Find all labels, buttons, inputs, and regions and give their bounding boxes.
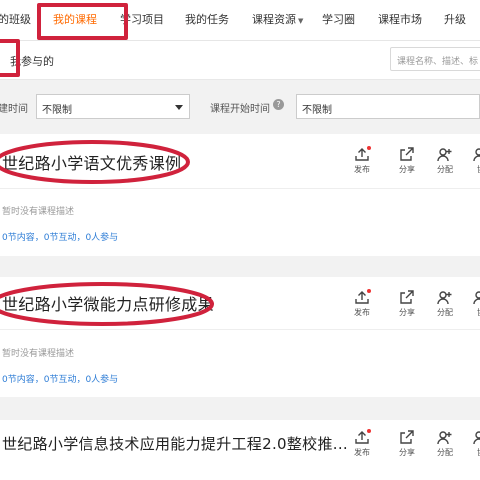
share-icon <box>400 147 414 161</box>
publish-label: 发布 <box>354 448 370 457</box>
add-user-icon <box>437 291 452 305</box>
tab-participated[interactable]: 我参与的 <box>10 53 54 69</box>
collaborate-label: 协 <box>466 164 480 175</box>
add-user-icon <box>437 148 452 162</box>
assign-button[interactable]: 分配 <box>430 430 460 458</box>
nav-item-my-tasks[interactable]: 我的任务 <box>185 11 229 27</box>
users-icon <box>473 431 480 445</box>
course-stats[interactable]: 0节内容，0节互动，0人参与 <box>2 230 118 243</box>
collaborate-label: 协 <box>466 307 480 318</box>
publish-button[interactable]: 发布 <box>347 430 377 458</box>
nav-item-my-courses[interactable]: 我的课程 <box>53 11 97 27</box>
nav-item-course-resources[interactable]: 课程资源 ▼ <box>252 11 303 27</box>
filter-created-time-label: 建时间 <box>0 104 28 115</box>
nav-item-learning-projects[interactable]: 学习项目 <box>120 11 164 27</box>
dropdown-arrow-icon <box>175 105 183 110</box>
search-input[interactable]: 课程名称、描述、标 <box>390 47 480 71</box>
share-icon <box>400 290 414 304</box>
assign-button[interactable]: 分配 <box>430 147 460 175</box>
collaborate-button[interactable]: 协 <box>466 290 480 318</box>
divider <box>0 329 480 330</box>
add-user-icon <box>437 431 452 445</box>
publish-button[interactable]: 发布 <box>347 147 377 175</box>
top-navigation: 的班级 我的课程 学习项目 我的任务 课程资源 ▼ 学习圈 课程市场 升级 <box>0 0 480 41</box>
filter-created-time-value: 不限制 <box>42 105 72 116</box>
share-label: 分享 <box>399 448 415 457</box>
filter-start-time-value: 不限制 <box>302 105 332 116</box>
divider <box>0 188 480 189</box>
nav-item-learning-circle[interactable]: 学习圈 <box>322 11 355 27</box>
assign-label: 分配 <box>437 308 453 317</box>
notification-dot <box>367 289 371 293</box>
publish-button[interactable]: 发布 <box>347 290 377 318</box>
share-label: 分享 <box>399 165 415 174</box>
filter-start-time-select[interactable]: 不限制 <box>296 94 480 119</box>
share-label: 分享 <box>399 308 415 317</box>
nav-item-upgrade[interactable]: 升级 <box>444 11 466 27</box>
course-stats[interactable]: 0节内容，0节互动，0人参与 <box>2 372 118 385</box>
share-icon <box>400 430 414 444</box>
share-button[interactable]: 分享 <box>392 147 422 175</box>
assign-label: 分配 <box>437 165 453 174</box>
nav-item-class[interactable]: 的班级 <box>0 11 31 27</box>
notification-dot <box>367 146 371 150</box>
collaborate-button[interactable]: 协 <box>466 147 480 175</box>
assign-button[interactable]: 分配 <box>430 290 460 318</box>
share-button[interactable]: 分享 <box>392 430 422 458</box>
filter-start-time-label: 课程开始时间 <box>210 104 270 115</box>
nav-item-course-market[interactable]: 课程市场 <box>378 11 422 27</box>
chevron-down-icon: ▼ <box>298 17 304 25</box>
publish-label: 发布 <box>354 165 370 174</box>
users-icon <box>473 291 480 305</box>
assign-label: 分配 <box>437 448 453 457</box>
notification-dot <box>367 429 371 433</box>
users-icon <box>473 148 480 162</box>
publish-label: 发布 <box>354 308 370 317</box>
course-description: 暂时没有课程描述 <box>2 207 75 217</box>
collaborate-label: 协 <box>466 447 480 458</box>
course-description: 暂时没有课程描述 <box>2 349 75 359</box>
collaborate-button[interactable]: 协 <box>466 430 480 458</box>
course-title[interactable]: 世纪路小学微能力点研修成果 <box>2 291 214 315</box>
help-icon[interactable]: ? <box>273 99 284 110</box>
course-title[interactable]: 世纪路小学信息技术应用能力提升工程2.0整校推... <box>2 433 348 454</box>
share-button[interactable]: 分享 <box>392 290 422 318</box>
course-title[interactable]: 世纪路小学语文优秀课例 <box>2 150 181 174</box>
nav-item-course-resources-label: 课程资源 <box>252 13 296 26</box>
filter-created-time-select[interactable]: 不限制 <box>36 94 190 119</box>
